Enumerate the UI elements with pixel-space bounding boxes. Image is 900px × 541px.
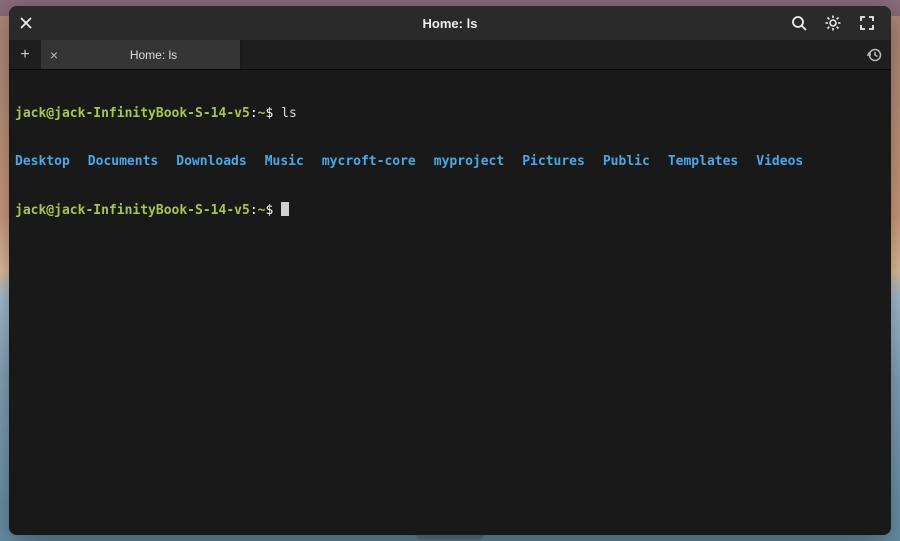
new-tab-button[interactable]: +	[9, 40, 41, 69]
history-icon	[866, 47, 882, 63]
prompt-colon: :	[250, 203, 258, 218]
ls-output-line: Desktop Documents Downloads Music mycroft-co…	[15, 154, 885, 170]
ls-item: mycroft-core	[322, 154, 416, 169]
ls-item: Downloads	[176, 154, 246, 169]
ls-item: myproject	[434, 154, 504, 169]
fullscreen-button[interactable]	[857, 13, 877, 33]
tab-label: Home: ls	[67, 48, 240, 62]
terminal-line-1: jack@jack-InfinityBook-S-14-v5:~$ ls	[15, 106, 885, 122]
fullscreen-icon	[860, 16, 874, 30]
ls-item: Documents	[88, 154, 158, 169]
close-icon	[20, 17, 32, 29]
ls-item: Music	[265, 154, 304, 169]
ls-item: Desktop	[15, 154, 70, 169]
terminal-cursor	[281, 202, 289, 216]
prompt-user-host: jack@jack-InfinityBook-S-14-v5	[15, 106, 250, 121]
prompt-dollar: $	[265, 203, 273, 218]
terminal-area[interactable]: jack@jack-InfinityBook-S-14-v5:~$ ls Des…	[9, 70, 891, 535]
ls-item: Pictures	[522, 154, 585, 169]
ls-item: Videos	[756, 154, 803, 169]
ls-item: Public	[603, 154, 650, 169]
titlebar: Home: ls	[9, 6, 891, 40]
ls-item: Templates	[668, 154, 738, 169]
search-button[interactable]	[789, 13, 809, 33]
prompt-dollar: $	[265, 106, 273, 121]
history-button[interactable]	[857, 40, 891, 69]
prompt-user-host: jack@jack-InfinityBook-S-14-v5	[15, 203, 250, 218]
settings-button[interactable]	[823, 13, 843, 33]
tab-close-button[interactable]: ×	[41, 47, 67, 63]
terminal-window: Home: ls	[9, 6, 891, 535]
window-title: Home: ls	[9, 16, 891, 31]
tab-bar-spacer	[241, 40, 857, 69]
command-text: ls	[281, 106, 297, 121]
tab-bar: + × Home: ls	[9, 40, 891, 70]
search-icon	[791, 15, 807, 31]
prompt-colon: :	[250, 106, 258, 121]
terminal-line-prompt: jack@jack-InfinityBook-S-14-v5:~$	[15, 202, 885, 219]
tab-home-ls[interactable]: × Home: ls	[41, 40, 241, 69]
window-close-button[interactable]	[9, 6, 43, 40]
gear-icon	[825, 15, 841, 31]
